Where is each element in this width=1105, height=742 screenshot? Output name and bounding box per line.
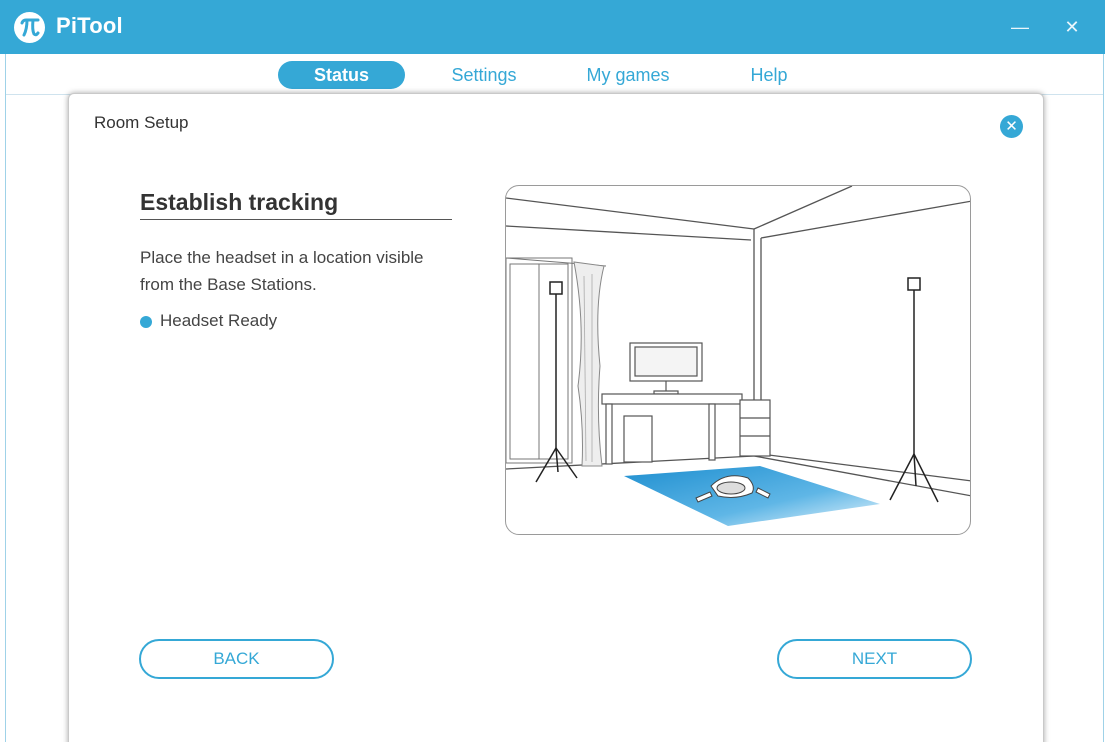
dialog-close-button[interactable]: ✕ <box>1000 115 1023 138</box>
instructions-text: Place the headset in a location visible … <box>140 248 424 294</box>
tab-my-games[interactable]: My games <box>576 61 680 89</box>
minimize-button[interactable]: — <box>1002 9 1038 45</box>
close-window-button[interactable]: ✕ <box>1054 9 1090 45</box>
status-dot-icon <box>140 316 152 328</box>
app-title: PiTool <box>56 13 123 38</box>
room-setup-dialog: Room Setup ✕ Establish tracking Place th… <box>68 93 1044 742</box>
tab-status[interactable]: Status <box>278 61 405 89</box>
main-nav: Status Settings My games Help <box>6 54 1103 95</box>
heading-divider <box>140 219 452 220</box>
tab-help[interactable]: Help <box>734 61 804 89</box>
back-button[interactable]: BACK <box>139 639 334 679</box>
title-bar: PiTool — ✕ <box>0 0 1105 54</box>
section-heading: Establish tracking <box>140 189 339 215</box>
next-button[interactable]: NEXT <box>777 639 972 679</box>
window-border <box>5 54 6 742</box>
pi-logo-icon <box>14 12 45 43</box>
status-label: Headset Ready <box>160 311 278 330</box>
room-setup-illustration <box>505 185 971 535</box>
window-border <box>1103 54 1104 742</box>
dialog-title: Room Setup <box>94 113 189 132</box>
tab-settings[interactable]: Settings <box>436 61 532 89</box>
